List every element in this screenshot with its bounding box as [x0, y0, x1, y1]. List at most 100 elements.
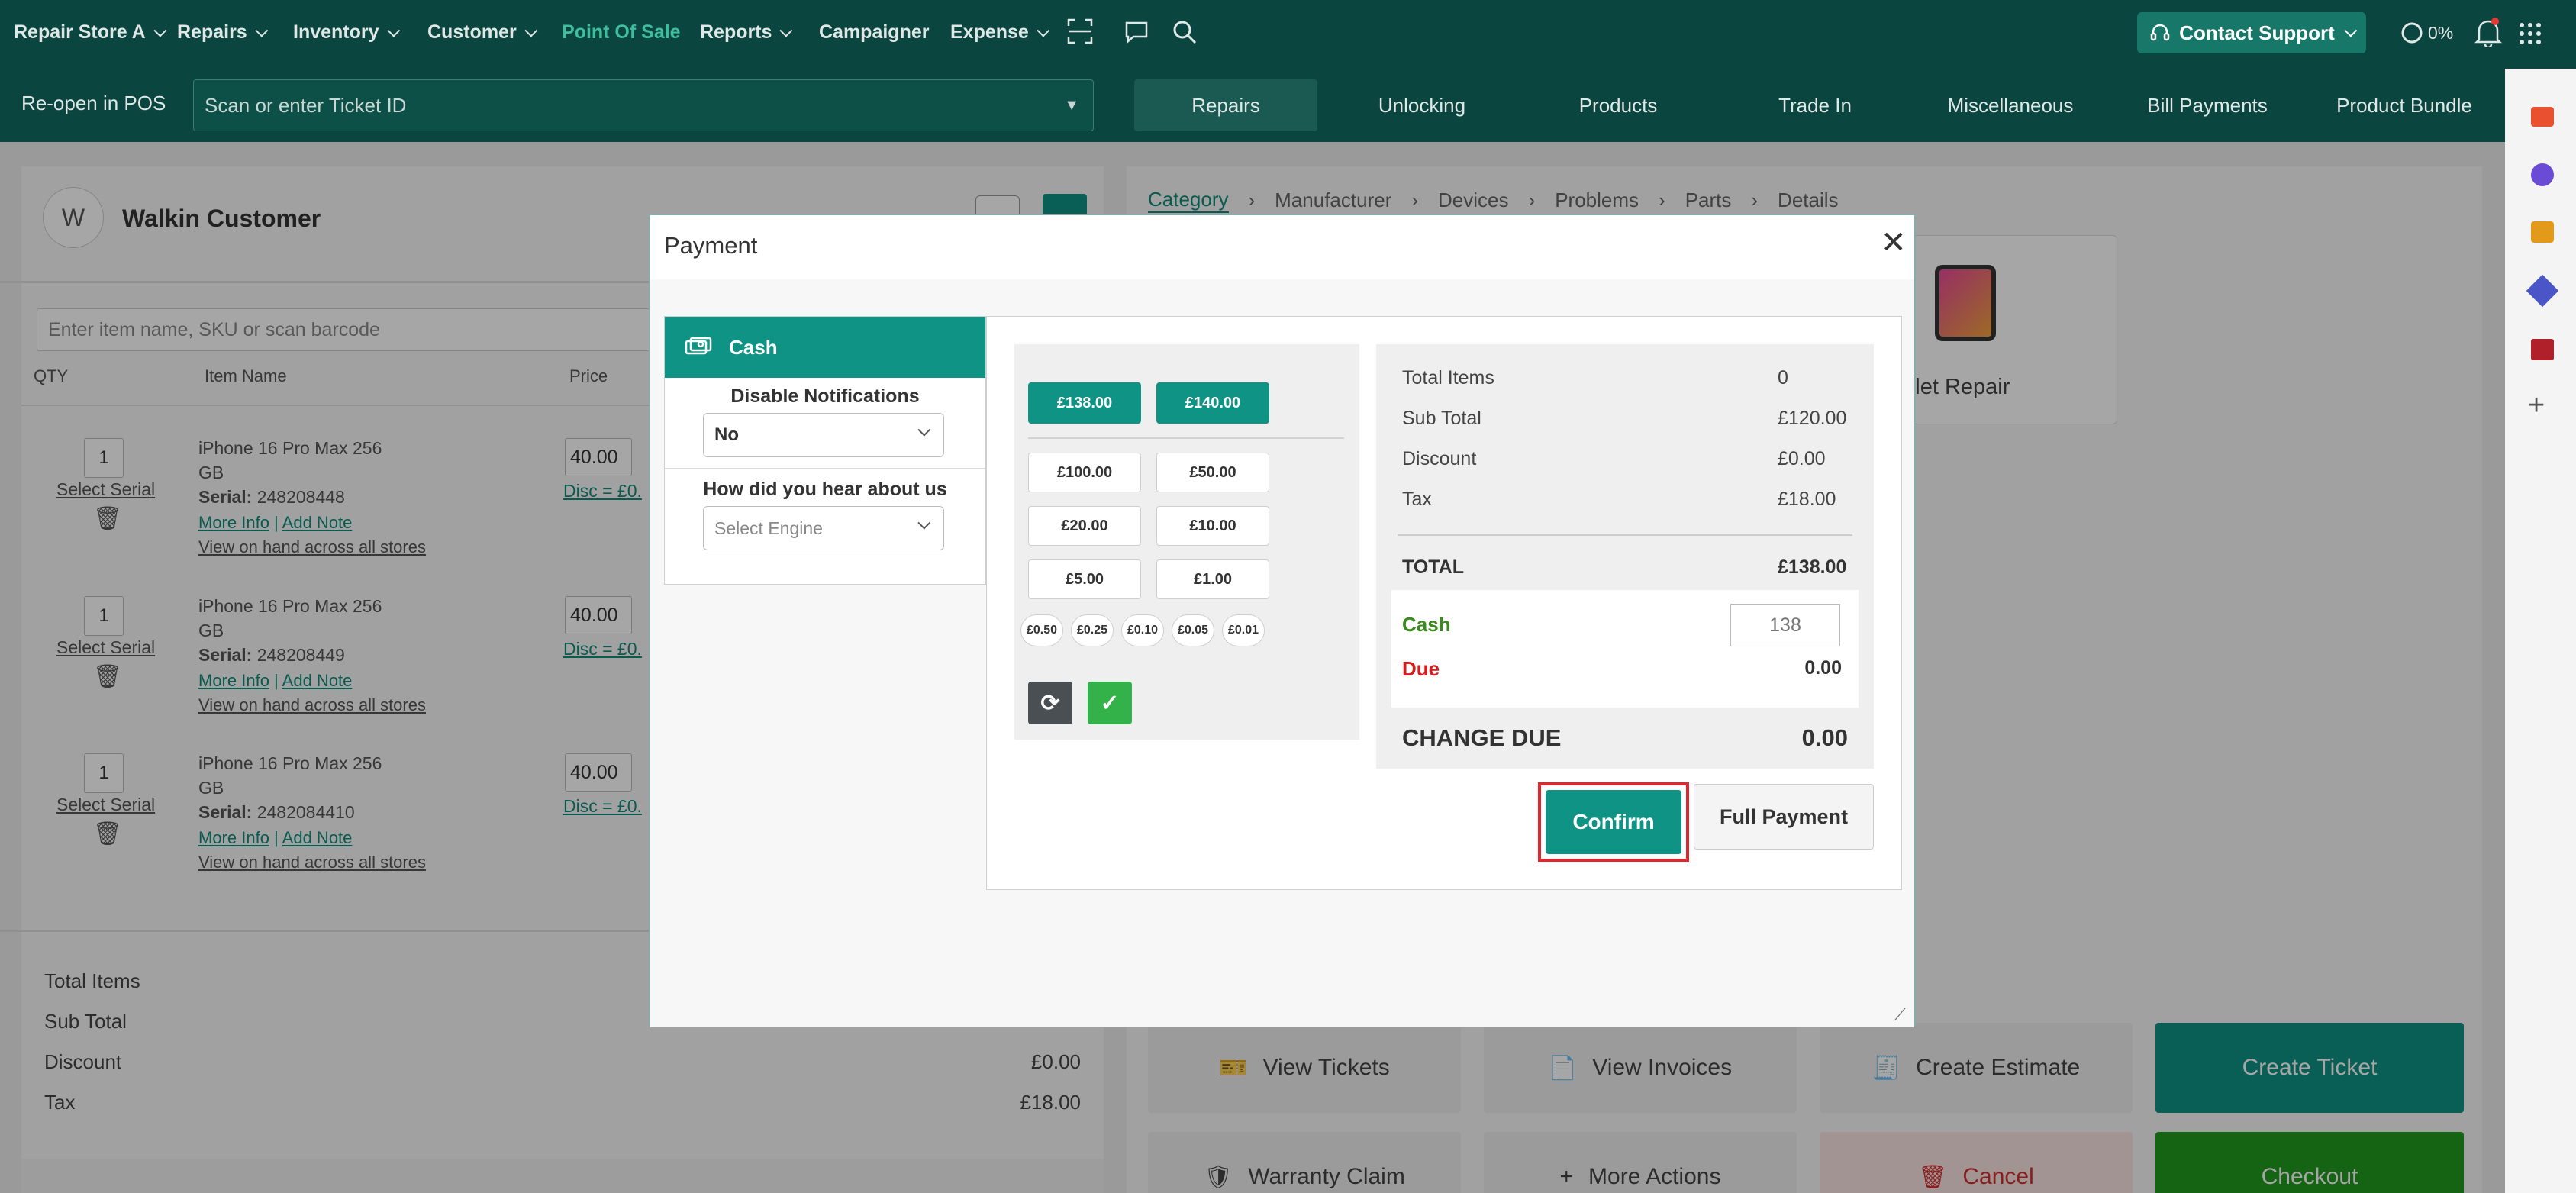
add-icon[interactable]: +: [2528, 389, 2545, 422]
coin-button[interactable]: £0.05: [1172, 614, 1214, 646]
total-items-value: 0: [1778, 367, 1788, 389]
tax-label: Tax: [1402, 488, 1432, 510]
nav-label: Repairs: [177, 21, 247, 43]
discount-label: Discount: [1402, 448, 1477, 469]
total-value: £138.00: [1778, 556, 1847, 578]
nav-point-of-sale[interactable]: Point Of Sale: [562, 21, 681, 44]
payment-method-panel: Cash Disable Notifications No How did yo…: [664, 316, 986, 585]
method-label: Cash: [729, 335, 778, 359]
disable-notifications-label: Disable Notifications: [730, 385, 920, 407]
chevron-down-icon: [779, 24, 793, 37]
nav-customer[interactable]: Customer: [427, 21, 538, 44]
note-button[interactable]: £1.00: [1156, 559, 1269, 599]
total-label: TOTAL: [1402, 556, 1465, 578]
tab-miscellaneous[interactable]: Miscellaneous: [1919, 79, 2102, 131]
contact-support-button[interactable]: Contact Support: [2137, 12, 2366, 53]
close-icon[interactable]: ✕: [1881, 227, 1907, 258]
chevron-down-icon: [1037, 24, 1050, 37]
cash-icon: [685, 337, 712, 355]
coin-button[interactable]: £0.10: [1121, 614, 1164, 646]
top-nav: Repair Store A Repairs Inventory Custome…: [0, 0, 2576, 69]
nav-expense[interactable]: Expense: [950, 21, 1050, 44]
bell-icon[interactable]: [2474, 17, 2503, 51]
apps-grid-icon[interactable]: [2519, 22, 2542, 49]
note-button[interactable]: £50.00: [1156, 453, 1269, 492]
tab-bill-payments[interactable]: Bill Payments: [2116, 79, 2299, 131]
chevron-down-icon: [386, 24, 400, 37]
gift-icon[interactable]: [2531, 107, 2554, 127]
reset-icon[interactable]: ⟳: [1028, 682, 1072, 724]
store-selector[interactable]: Repair Store A: [14, 21, 167, 44]
chat-bubble-icon[interactable]: [2531, 163, 2554, 186]
nav-reports[interactable]: Reports: [700, 21, 793, 44]
tender-box: Cash 138 Due 0.00: [1391, 590, 1859, 708]
progress-ring-icon: [2401, 22, 2423, 44]
select-value: No: [714, 424, 739, 445]
caret-down-icon[interactable]: ▼: [1064, 97, 1079, 114]
note-button[interactable]: £100.00: [1028, 453, 1141, 492]
cash-keypad: £138.00 £140.00 £100.00 £50.00 £20.00 £1…: [1014, 344, 1359, 671]
nav-inventory[interactable]: Inventory: [293, 21, 400, 44]
scan-placeholder: Scan or enter Ticket ID: [205, 93, 407, 117]
full-payment-button[interactable]: Full Payment: [1694, 784, 1874, 850]
quick-amount-button[interactable]: £140.00: [1156, 382, 1269, 424]
chat-icon[interactable]: [1124, 20, 1149, 50]
hear-about-label: How did you hear about us: [703, 479, 947, 500]
note-button[interactable]: £5.00: [1028, 559, 1141, 599]
search-icon[interactable]: [1172, 19, 1198, 51]
progress-indicator: 0%: [2400, 21, 2453, 44]
chevron-down-icon: [917, 516, 931, 530]
nav-label: Reports: [700, 21, 772, 43]
change-due-label: CHANGE DUE: [1402, 724, 1562, 751]
method-cash[interactable]: Cash: [665, 317, 985, 378]
coin-button[interactable]: £0.25: [1071, 614, 1114, 646]
note-button[interactable]: £20.00: [1028, 506, 1141, 546]
tab-products[interactable]: Products: [1527, 79, 1710, 131]
tab-product-bundle[interactable]: Product Bundle: [2313, 79, 2496, 131]
reopen-label: Re-open in POS: [21, 92, 166, 114]
divider: [1028, 437, 1344, 439]
quick-amount-button[interactable]: £138.00: [1028, 382, 1141, 424]
check-icon[interactable]: ✓: [1088, 682, 1132, 724]
sub-total-label: Sub Total: [1402, 408, 1481, 429]
select-placeholder: Select Engine: [714, 518, 823, 538]
progress-value: 0%: [2428, 22, 2454, 43]
sub-total-value: £120.00: [1778, 408, 1847, 429]
coin-button[interactable]: £0.01: [1222, 614, 1265, 646]
hear-about-select[interactable]: Select Engine: [703, 506, 944, 550]
chevron-down-icon: [524, 24, 538, 37]
chevron-down-icon: [2344, 24, 2358, 37]
chevron-down-icon: [917, 423, 931, 437]
due-value: 0.00: [1804, 657, 1842, 679]
payment-modal: Payment ✕ Cash Disable Notifications No …: [649, 214, 1916, 1027]
nav-label: Customer: [427, 21, 517, 43]
resize-handle[interactable]: ⟋: [1894, 1004, 1906, 1024]
confirm-button[interactable]: Confirm: [1546, 790, 1681, 854]
scan-icon[interactable]: [1067, 18, 1093, 50]
nav-campaigner[interactable]: Campaigner: [819, 21, 929, 44]
note-button[interactable]: £10.00: [1156, 506, 1269, 546]
ticket-scan-input[interactable]: Scan or enter Ticket ID ▼: [193, 79, 1094, 131]
tab-repairs[interactable]: Repairs: [1134, 79, 1317, 131]
nav-label: Campaigner: [819, 21, 930, 43]
tab-trade-in[interactable]: Trade In: [1723, 79, 1907, 131]
headset-icon: [2150, 24, 2170, 41]
cash-amount-input[interactable]: 138: [1730, 604, 1840, 646]
payment-content: £138.00 £140.00 £100.00 £50.00 £20.00 £1…: [986, 316, 1902, 890]
nav-repairs[interactable]: Repairs: [177, 21, 269, 44]
folder-icon[interactable]: [2531, 221, 2554, 243]
chevron-down-icon: [255, 24, 269, 37]
cash-label: Cash: [1402, 613, 1451, 636]
tab-unlocking[interactable]: Unlocking: [1330, 79, 1514, 131]
divider: [665, 468, 985, 469]
divider: [1398, 534, 1852, 536]
notifications-select[interactable]: No: [703, 413, 944, 457]
store-name: Repair Store A: [14, 21, 146, 43]
right-sidebar: +: [2505, 69, 2576, 1193]
change-due-value: 0.00: [1801, 724, 1848, 751]
nav-label: Inventory: [293, 21, 379, 43]
cube-icon[interactable]: [2526, 274, 2559, 308]
due-label: Due: [1402, 657, 1440, 680]
calendar-icon[interactable]: [2531, 339, 2554, 360]
coin-button[interactable]: £0.50: [1020, 614, 1063, 646]
